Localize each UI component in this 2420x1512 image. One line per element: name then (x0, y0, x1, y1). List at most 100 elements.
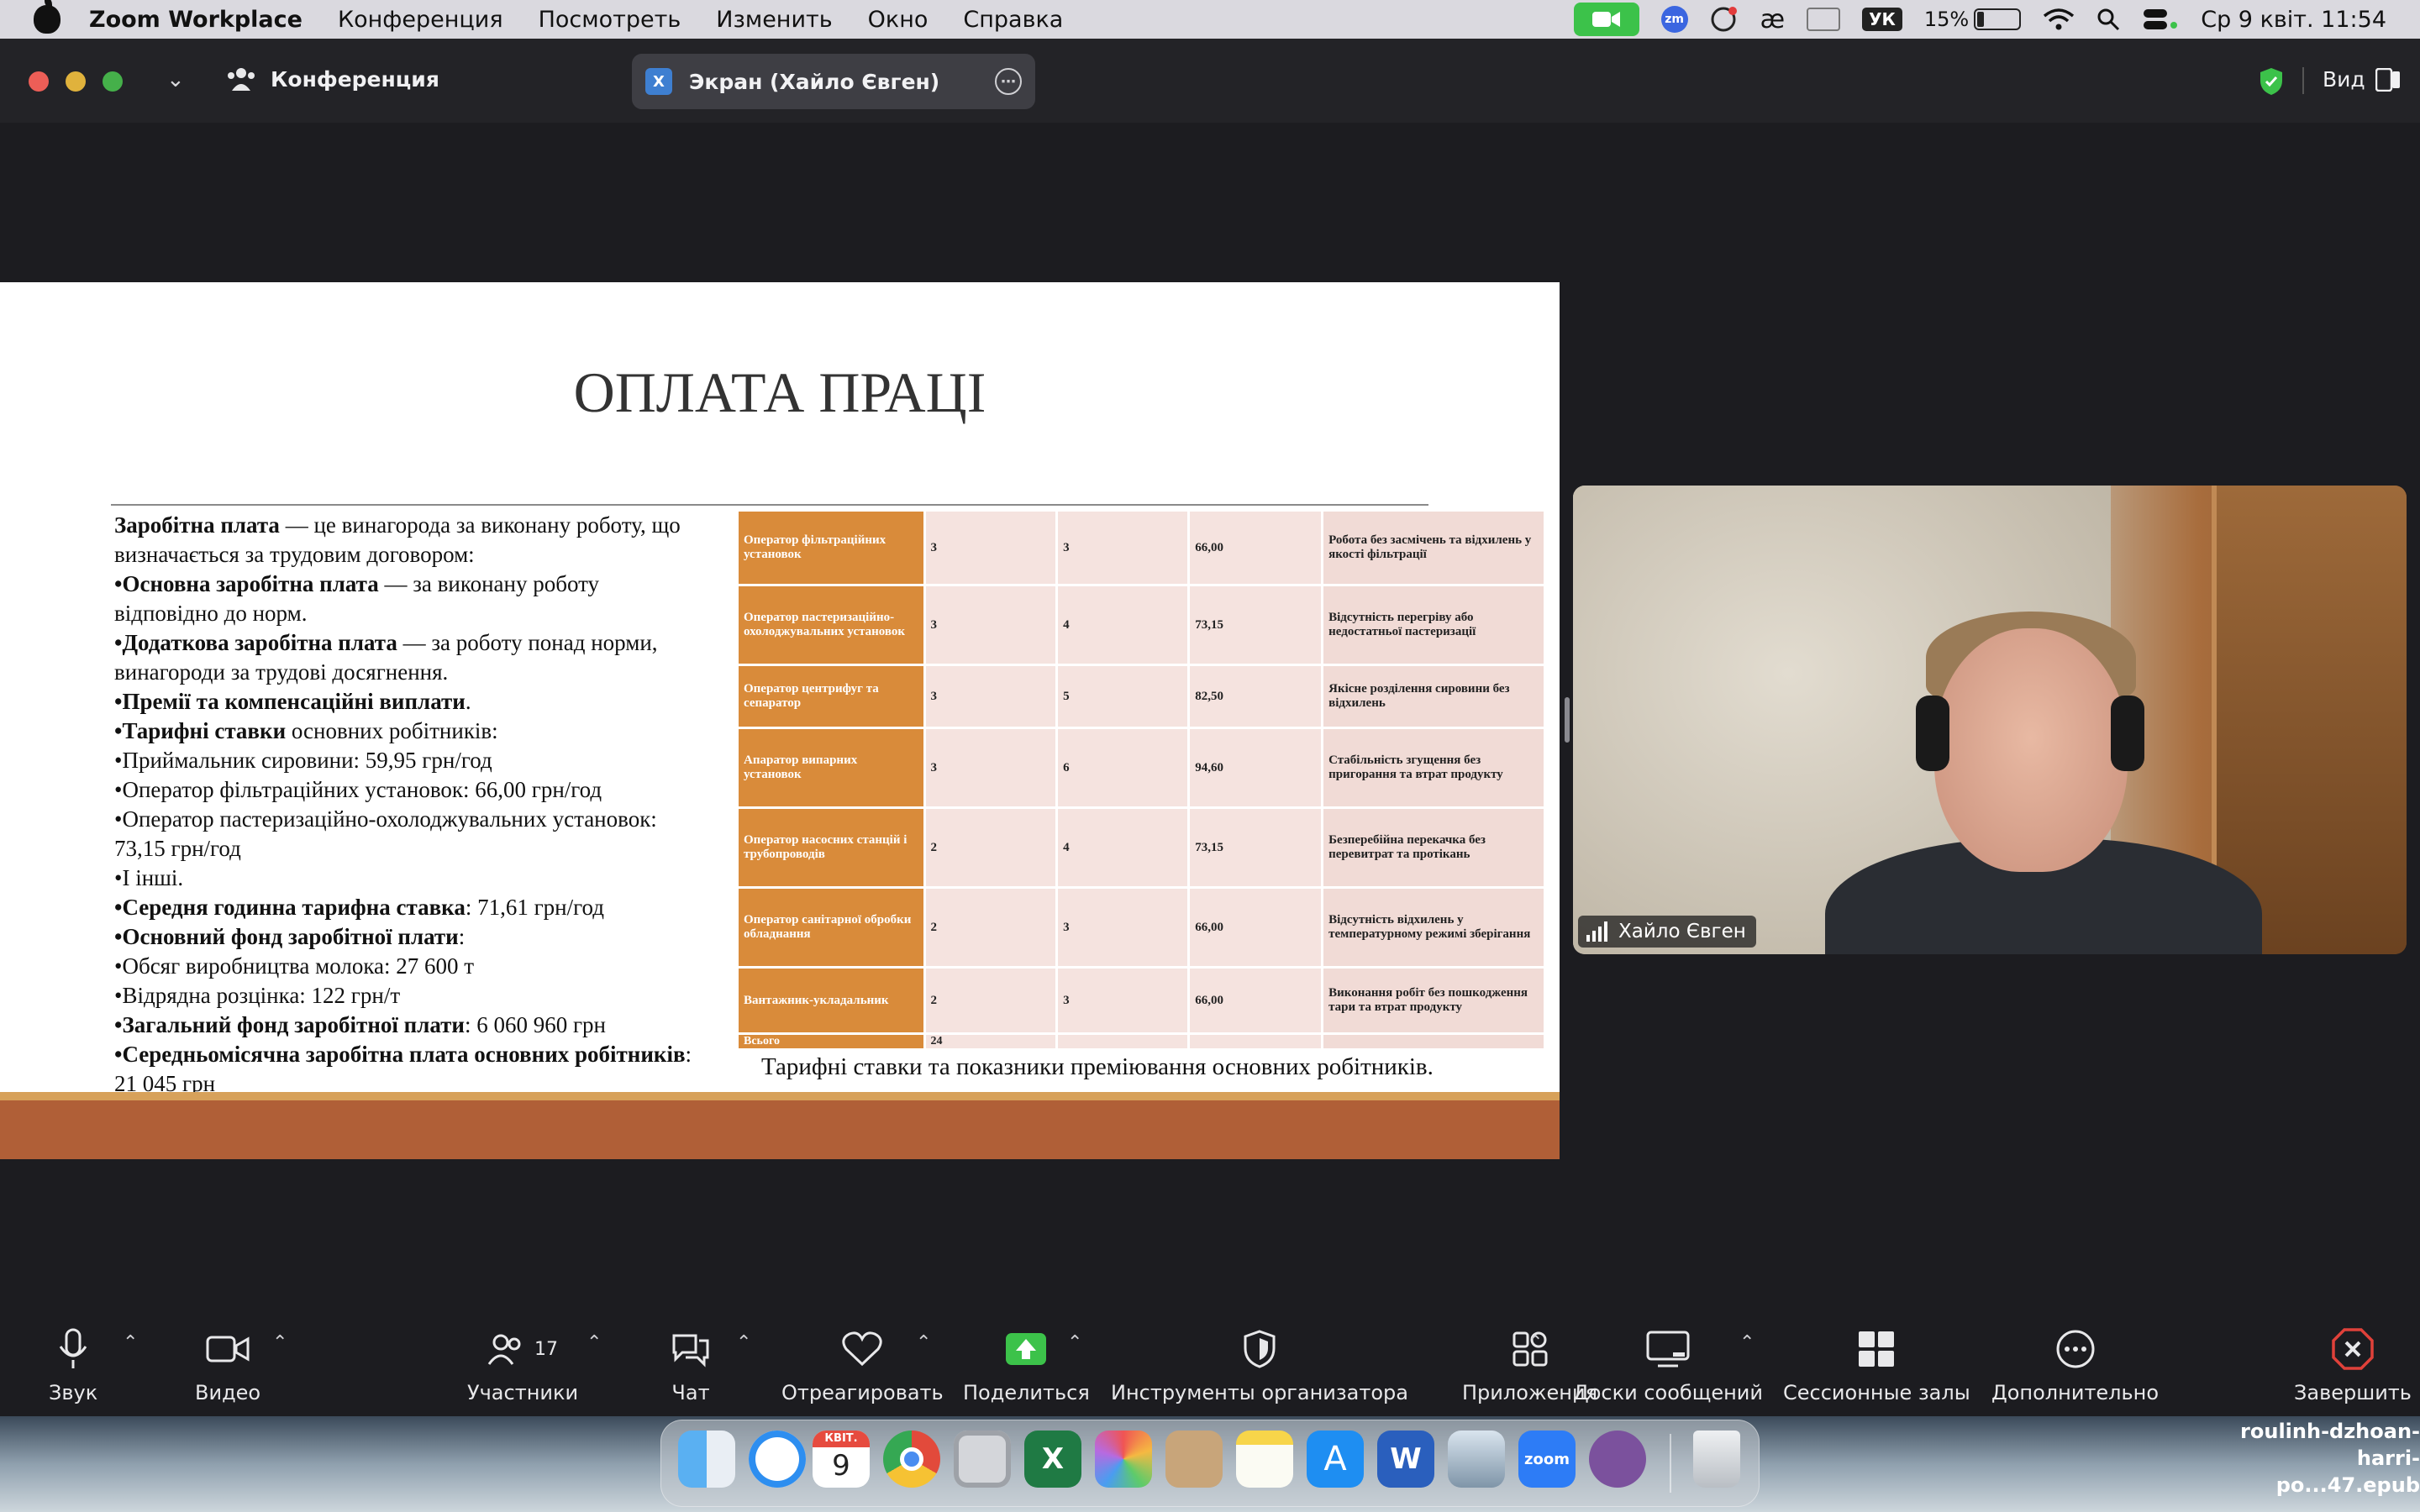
security-shield-icon[interactable] (2259, 67, 2284, 99)
breakout-rooms-button[interactable]: Сессионные залы (1783, 1326, 1970, 1404)
stage-manager-icon[interactable] (1807, 8, 1841, 31)
table-cell: 82,50 (1190, 666, 1322, 727)
whiteboards-options-chevron-icon[interactable]: ⌃ (1739, 1332, 1754, 1353)
share-options-chevron-icon[interactable]: ⌃ (1067, 1332, 1082, 1353)
menu-bar: Zoom Workplace Конференция Посмотреть Из… (0, 0, 2420, 39)
table-caption: Тарифні ставки та показники преміювання … (761, 1053, 1434, 1080)
video-button[interactable]: Видео (195, 1326, 260, 1404)
whiteboards-button[interactable]: Доски сообщений (1573, 1326, 1763, 1404)
launchpad-icon[interactable] (1095, 1431, 1152, 1488)
menu-help[interactable]: Справка (963, 7, 1063, 33)
participants-options-chevron-icon[interactable]: ⌃ (587, 1332, 602, 1353)
menu-window[interactable]: Окно (868, 7, 929, 33)
audio-button[interactable]: Звук (49, 1326, 97, 1404)
zoom-menu-icon[interactable]: zm (1660, 6, 1688, 33)
app-store-icon[interactable]: A (1307, 1431, 1364, 1488)
contacts-icon[interactable] (1165, 1431, 1223, 1488)
calendar-day: 9 (832, 1449, 850, 1483)
table-cell: Оператор фільтраційних установок (739, 512, 923, 584)
table-row: Апаратор випарних установок 3 6 94,60 Стабіл… (739, 729, 1544, 806)
battery-icon[interactable] (1974, 8, 2022, 30)
table-cell: 3 (1058, 969, 1188, 1032)
battery-percent: 15% (1923, 8, 1970, 31)
table-cell: 3 (925, 666, 1056, 727)
participants-button[interactable]: 17 Участники (467, 1326, 578, 1404)
slide-paragraph-bold: •Основна заробітна плата (114, 571, 379, 596)
screen-share-tab[interactable]: X Экран (Хайло Євген) ⋯ (632, 54, 1035, 109)
chat-button[interactable]: Чат (671, 1326, 711, 1404)
apple-menu-icon[interactable] (34, 0, 60, 34)
calendar-icon[interactable]: КВІТ. 9 (813, 1431, 870, 1488)
slide-paragraph-text: . (465, 689, 471, 714)
whiteboard-icon (1646, 1331, 1690, 1368)
app-menu[interactable]: Zoom Workplace (89, 7, 302, 33)
audio-label: Звук (49, 1381, 98, 1404)
slide-paragraph-text: •Оператор пастеризаційно-охолоджувальних… (114, 806, 657, 861)
view-label: Вид (2323, 67, 2365, 92)
slide-paragraph-text: : 6 060 960 грн (464, 1012, 606, 1037)
keyboard-layout-indicator[interactable]: УК (1862, 8, 1902, 31)
window-minimize-button[interactable] (66, 71, 86, 92)
tab-more-icon[interactable]: ⋯ (995, 68, 1022, 95)
audio-options-chevron-icon[interactable]: ⌃ (123, 1332, 138, 1353)
shared-slide: ОПЛАТА ПРАЦІ Заробітна плата — це винаго… (0, 282, 1560, 1159)
ae-status-icon[interactable]: æ (1760, 5, 1785, 34)
spotlight-search-icon[interactable] (2096, 8, 2120, 31)
host-tools-button[interactable]: Инструменты организатора (1111, 1326, 1408, 1404)
window-maximize-button[interactable] (103, 71, 123, 92)
menubar-clock[interactable]: Ср 9 квіт. 11:54 (2201, 7, 2386, 33)
trash-icon[interactable] (1693, 1431, 1740, 1488)
participant-video[interactable]: Хайло Євген (1573, 486, 2407, 954)
notes-icon[interactable] (1236, 1431, 1293, 1488)
table-cell: 66,00 (1190, 969, 1322, 1032)
desktop-file-line-1: roulinh-dzhoan- (2240, 1420, 2420, 1443)
menu-conference[interactable]: Конференция (338, 7, 503, 33)
more-label: Дополнительно (1991, 1381, 2160, 1404)
chat-label: Чат (671, 1381, 710, 1404)
word-icon[interactable]: W (1377, 1431, 1434, 1488)
excel-icon[interactable]: X (1024, 1431, 1081, 1488)
slide-paragraph-text: •Відрядна розцінка: 122 грн/т (114, 983, 401, 1008)
slide-paragraph: •Обсяг виробництва молока: 27 600 т (114, 952, 702, 981)
zoom-camera-status-icon[interactable] (1573, 3, 1639, 36)
desktop-file-label[interactable]: roulinh-dzhoan- harri-po...47.epub (2218, 1418, 2420, 1499)
screenshot-icon[interactable] (954, 1431, 1011, 1488)
preview-icon[interactable] (1448, 1431, 1505, 1488)
table-cell: Відсутність перегріву або недостатньої п… (1323, 586, 1544, 664)
slide-paragraph-bold: Заробітна плата (114, 512, 280, 538)
table-cell: 5 (1058, 666, 1188, 727)
wifi-icon[interactable] (2043, 8, 2075, 31)
finder-icon[interactable] (678, 1431, 735, 1488)
whiteboards-label: Доски сообщений (1573, 1381, 1763, 1404)
apps-options-chevron-icon[interactable]: ⌃ (1528, 1332, 1543, 1353)
table-cell: Виконання робіт без пошкодження тари та … (1323, 969, 1544, 1032)
menu-view[interactable]: Посмотреть (539, 7, 681, 33)
control-center-icon[interactable] (2142, 8, 2179, 31)
window-close-button[interactable] (29, 71, 49, 92)
viber-icon[interactable] (1589, 1431, 1646, 1488)
table-cell: 3 (925, 729, 1056, 806)
viber-status-icon[interactable] (1710, 5, 1739, 34)
tab-label: Экран (Хайло Євген) (689, 69, 940, 94)
react-options-chevron-icon[interactable]: ⌃ (916, 1332, 931, 1353)
end-meeting-button[interactable]: Завершить (2294, 1326, 2412, 1404)
split-resize-handle[interactable] (1565, 697, 1570, 743)
zoom-app-icon[interactable]: zoom (1518, 1431, 1576, 1488)
chrome-icon[interactable] (883, 1431, 940, 1488)
video-label: Видео (195, 1381, 261, 1404)
safari-icon[interactable] (749, 1431, 806, 1488)
slide-text: Заробітна плата — це винагорода за викон… (114, 511, 702, 1099)
view-divider (2302, 67, 2304, 94)
table-cell: 66,00 (1190, 889, 1322, 966)
more-icon (2056, 1330, 2095, 1368)
share-screen-icon (1006, 1333, 1047, 1365)
more-button[interactable]: Дополнительно (1991, 1326, 2159, 1404)
slide-paragraph: •Відрядна розцінка: 122 грн/т (114, 981, 702, 1011)
slide-paragraph: •Середня годинна тарифна ставка: 71,61 г… (114, 893, 702, 922)
participants-count: 17 (534, 1338, 559, 1360)
menu-edit[interactable]: Изменить (716, 7, 832, 33)
window-dropdown-chevron-icon[interactable]: ⌄ (166, 67, 185, 92)
chat-options-chevron-icon[interactable]: ⌃ (736, 1332, 751, 1353)
view-button[interactable]: Вид (2323, 67, 2401, 92)
video-options-chevron-icon[interactable]: ⌃ (272, 1332, 287, 1353)
